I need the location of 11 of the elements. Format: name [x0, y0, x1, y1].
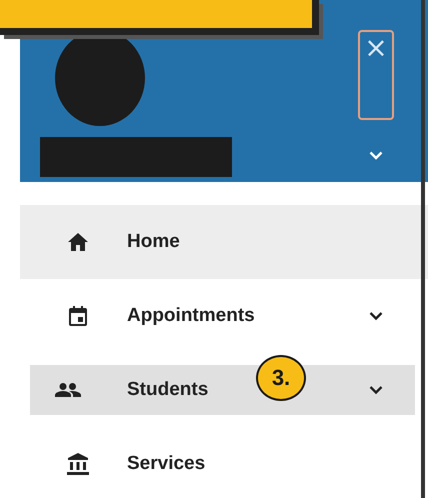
- menu-item[interactable]: Services: [20, 427, 428, 498]
- chevron-down-icon: [369, 151, 383, 160]
- chevron-down-icon: [369, 312, 383, 320]
- calendar-icon: [69, 306, 87, 326]
- menu-item[interactable]: Home: [20, 205, 428, 279]
- bank-icon: [67, 453, 89, 475]
- close-button[interactable]: ×: [358, 30, 394, 120]
- menu-item[interactable]: Appointments: [20, 279, 428, 353]
- chevron-down-icon: [369, 386, 383, 394]
- people-icon: [55, 383, 81, 397]
- home-icon: [68, 233, 88, 251]
